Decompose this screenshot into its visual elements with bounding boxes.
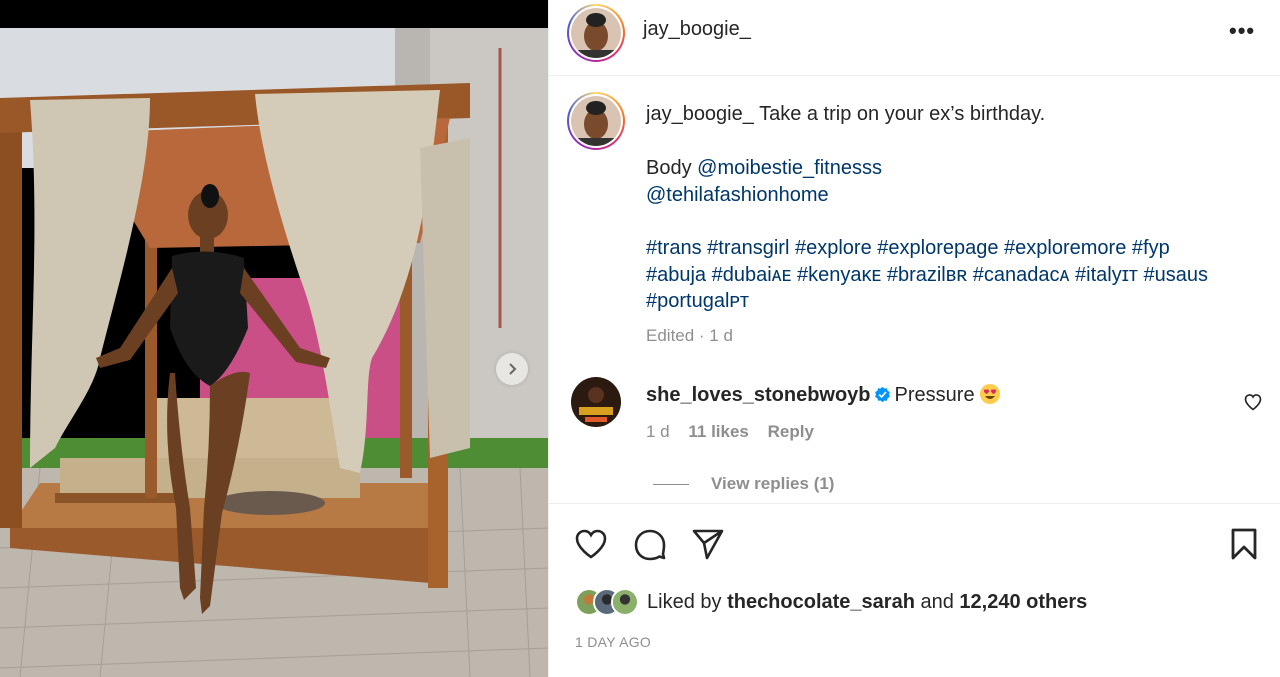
hashtag-link[interactable]: #dubaiᴀᴇ	[712, 264, 792, 286]
paper-plane-icon	[692, 529, 724, 560]
comment-icon	[634, 529, 666, 561]
caption-text: Take a trip on your ex’s birthday.	[759, 103, 1046, 125]
comment-time: 1 d	[646, 422, 670, 441]
hashtag-link[interactable]: #fyp	[1132, 237, 1170, 259]
hashtags-line-1: #trans #transgirl #explore #explorepage …	[646, 237, 1170, 260]
comment-text: Pressure	[894, 384, 975, 406]
post-actions: Liked by thechocolate_sarah and 12,240 o…	[549, 503, 1280, 677]
hashtag-link[interactable]: #explore	[795, 237, 872, 259]
verified-badge-icon	[874, 386, 890, 403]
more-options-button[interactable]: •••	[1229, 18, 1255, 44]
instagram-post-view: jay_boogie_ ••• jay_boogie_ Take a trip …	[0, 0, 1280, 677]
edited-label: Edited · 1 d	[646, 326, 733, 345]
caption-body-line: Body @moibestie_fitnesss	[646, 157, 882, 180]
chevron-right-icon	[509, 363, 517, 375]
caption-first-line: jay_boogie_ Take a trip on your ex’s bir…	[646, 103, 1045, 126]
author-avatar[interactable]	[567, 4, 625, 62]
reply-button[interactable]: Reply	[768, 422, 814, 441]
mention-link[interactable]: @tehilafashionhome	[646, 184, 829, 206]
liked-by-prefix: Liked by	[647, 590, 722, 613]
hashtag-link[interactable]: #trans	[646, 237, 702, 259]
hashtag-link[interactable]: #kenyaᴋᴇ	[797, 264, 881, 286]
likes-summary: Liked by thechocolate_sarah and 12,240 o…	[575, 588, 1087, 616]
author-username[interactable]: jay_boogie_	[643, 18, 751, 41]
save-button[interactable]	[1226, 526, 1262, 562]
caption-and-comments: jay_boogie_ Take a trip on your ex’s bir…	[549, 76, 1280, 503]
likes-count[interactable]: 12,240 others	[959, 591, 1087, 613]
post-header: jay_boogie_ •••	[549, 0, 1280, 76]
like-comment-heart-icon[interactable]	[1243, 392, 1263, 412]
share-button[interactable]	[690, 526, 726, 562]
like-button[interactable]	[573, 526, 609, 562]
likes-text: Liked by thechocolate_sarah and 12,240 o…	[647, 591, 1087, 614]
post-photo	[0, 28, 548, 677]
hashtag-link[interactable]: #explorepage	[877, 237, 998, 259]
view-replies-label: View replies (1)	[711, 474, 835, 493]
mention-link[interactable]: @moibestie_fitnesss	[697, 157, 882, 179]
comment-meta: 1 d 11 likes Reply	[646, 422, 828, 442]
commenter-avatar[interactable]	[571, 377, 621, 427]
liked-by-and: and	[920, 590, 954, 613]
hashtag-link[interactable]: #portugalᴘᴛ	[646, 290, 749, 312]
hashtag-link[interactable]: #usaus	[1144, 264, 1209, 286]
post-details-panel: jay_boogie_ ••• jay_boogie_ Take a trip …	[548, 0, 1280, 677]
replies-divider	[653, 484, 689, 486]
caption-mention-line: @tehilafashionhome	[646, 184, 829, 207]
caption-username[interactable]: jay_boogie_	[646, 103, 754, 125]
hashtag-link[interactable]: #transgirl	[707, 237, 789, 259]
comment-line: she_loves_stonebwoyb Pressure	[646, 383, 1001, 407]
hashtags-line-3: #portugalᴘᴛ	[646, 290, 749, 313]
hashtag-link[interactable]: #abuja	[646, 264, 706, 286]
heart-icon	[575, 529, 607, 559]
liked-by-user[interactable]: thechocolate_sarah	[727, 591, 915, 613]
bookmark-icon	[1231, 528, 1257, 560]
heart-eyes-emoji	[979, 384, 1000, 404]
hashtag-link[interactable]: #italyɪᴛ	[1075, 264, 1138, 286]
liker-avatar[interactable]	[611, 588, 639, 616]
caption-body-prefix: Body	[646, 157, 692, 179]
post-timestamp[interactable]: 1 DAY AGO	[575, 634, 651, 650]
next-photo-button[interactable]	[496, 353, 528, 385]
hashtag-link[interactable]: #brazilʙʀ	[887, 264, 967, 286]
view-replies-button[interactable]: View replies (1)	[653, 474, 834, 494]
hashtag-link[interactable]: #canadaᴄᴀ	[973, 264, 1070, 286]
hashtag-link[interactable]: #exploremore	[1004, 237, 1126, 259]
commenter-username[interactable]: she_loves_stonebwoyb	[646, 384, 871, 406]
caption-author-avatar[interactable]	[567, 92, 625, 150]
comment-button[interactable]	[632, 526, 668, 562]
post-media	[0, 0, 548, 677]
comment-likes[interactable]: 11 likes	[688, 422, 749, 441]
hashtags-line-2: #abuja #dubaiᴀᴇ #kenyaᴋᴇ #brazilʙʀ #cana…	[646, 264, 1208, 287]
